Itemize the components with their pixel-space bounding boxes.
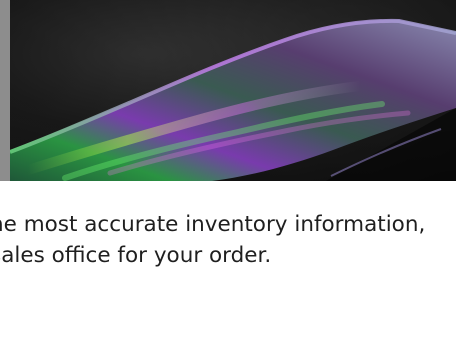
holographic-film-icon (10, 0, 456, 181)
left-edge-strip (0, 0, 10, 181)
hero-image (10, 0, 456, 181)
page: he most accurate inventory information, … (0, 0, 456, 353)
inventory-notice-line-2: sales office for your order. (0, 243, 272, 268)
inventory-notice-line-1: he most accurate inventory information, (0, 212, 426, 237)
inventory-notice-text: he most accurate inventory information, … (0, 209, 456, 271)
